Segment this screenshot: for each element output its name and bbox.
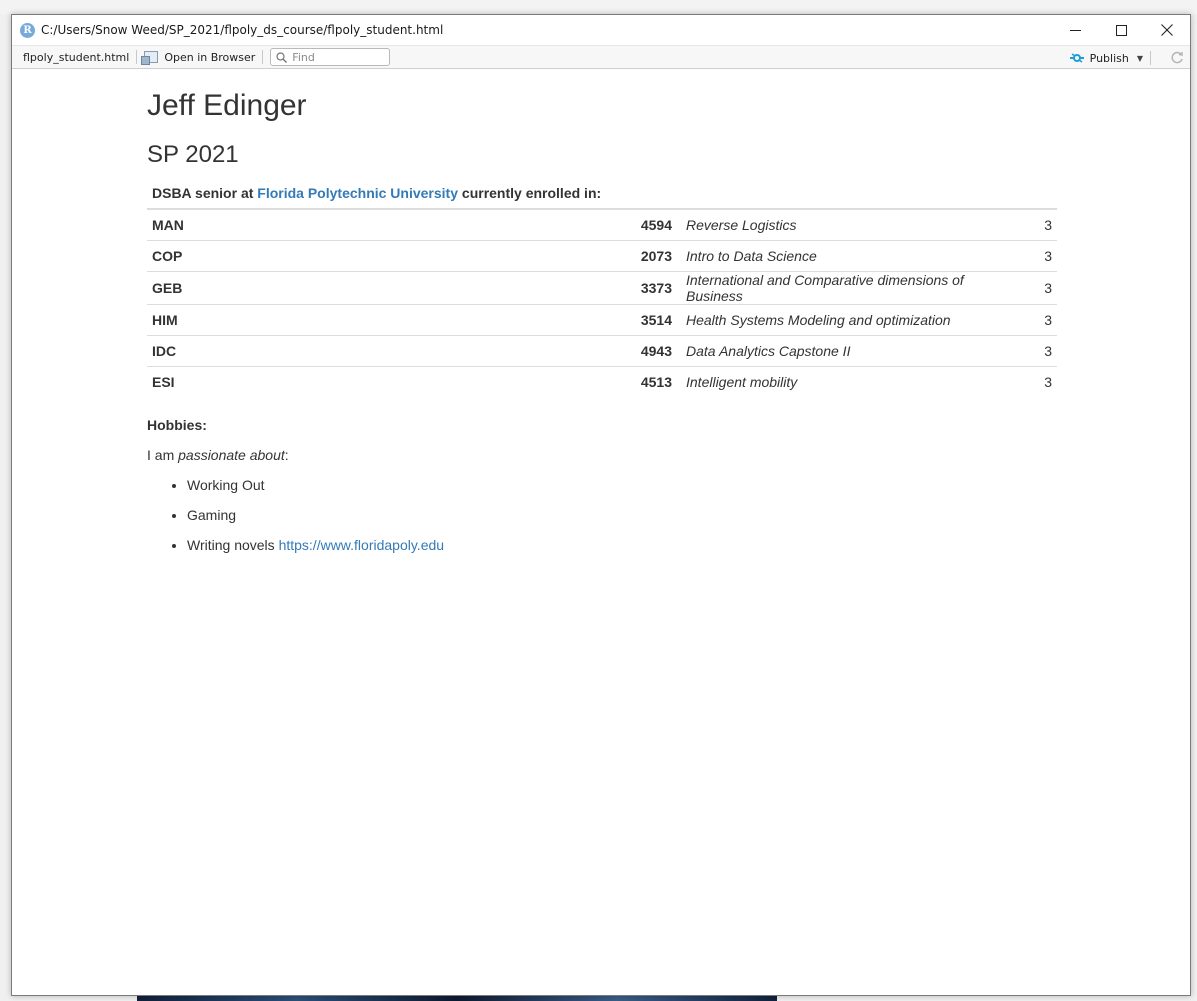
intro-text: DSBA senior at Florida Polytechnic Unive… bbox=[152, 185, 601, 201]
file-name-label: flpoly_student.html bbox=[23, 50, 130, 64]
title-bar[interactable]: R C:/Users/Snow Weed/SP_2021/flpoly_ds_c… bbox=[12, 15, 1190, 45]
table-row: IDC 4943 Data Analytics Capstone II 3 bbox=[147, 335, 1057, 366]
course-title: Data Analytics Capstone II bbox=[686, 342, 851, 359]
table-row: HIM 3514 Health Systems Modeling and optim… bbox=[147, 304, 1057, 335]
close-button[interactable] bbox=[1144, 15, 1190, 45]
course-number: 4513 bbox=[640, 373, 672, 390]
passion-suffix: : bbox=[284, 447, 289, 463]
viewer-window: R C:/Users/Snow Weed/SP_2021/flpoly_ds_c… bbox=[11, 14, 1191, 996]
hobby-list: Working Out Gaming Writing novels https://… bbox=[187, 477, 444, 567]
course-dept: ESI bbox=[152, 373, 175, 390]
course-dept: COP bbox=[152, 247, 183, 264]
course-dept: HIM bbox=[152, 311, 178, 328]
window-title: C:/Users/Snow Weed/SP_2021/flpoly_ds_cou… bbox=[41, 23, 444, 37]
course-number: 4943 bbox=[640, 342, 672, 359]
maximize-icon bbox=[1115, 24, 1127, 36]
publish-button[interactable]: Publish ▼ bbox=[1069, 51, 1143, 65]
chevron-down-icon[interactable]: ▼ bbox=[1137, 54, 1143, 63]
toolbar-divider bbox=[136, 50, 138, 64]
hobby-link[interactable]: https://www.floridapoly.edu bbox=[279, 537, 445, 553]
background-app-edge bbox=[0, 0, 1197, 14]
term-heading: SP 2021 bbox=[147, 141, 239, 168]
window-controls bbox=[1052, 15, 1190, 45]
toolbar-right: Publish ▼ bbox=[1069, 46, 1190, 70]
hobby-text: Working Out bbox=[187, 477, 265, 493]
page-title: Jeff Edinger bbox=[147, 89, 307, 122]
course-title: Reverse Logistics bbox=[686, 216, 797, 233]
find-input[interactable] bbox=[292, 50, 383, 64]
course-title: Health Systems Modeling and optimization bbox=[686, 311, 951, 328]
open-in-browser-button[interactable]: Open in Browser bbox=[141, 50, 256, 65]
course-dept: GEB bbox=[152, 279, 183, 296]
open-browser-icon bbox=[141, 51, 159, 65]
course-number: 3514 bbox=[640, 311, 672, 328]
course-dept: IDC bbox=[152, 342, 177, 359]
passion-emphasis: passionate about bbox=[178, 447, 285, 463]
table-row: COP 2073 Intro to Data Science 3 bbox=[147, 240, 1057, 271]
passion-prefix: I am bbox=[147, 447, 175, 463]
course-number: 3373 bbox=[640, 279, 672, 296]
hobby-text: Gaming bbox=[187, 507, 237, 523]
publish-icon bbox=[1069, 53, 1084, 63]
course-credits: 3 bbox=[1044, 216, 1052, 233]
course-title: International and Comparative dimensions… bbox=[686, 271, 964, 304]
minimize-icon bbox=[1069, 29, 1081, 31]
university-link[interactable]: Florida Polytechnic University bbox=[257, 185, 458, 201]
course-number: 4594 bbox=[640, 216, 672, 233]
table-row: ESI 4513 Intelligent mobility 3 bbox=[147, 366, 1057, 397]
hobby-text: Writing novels bbox=[187, 537, 275, 553]
passion-text: I am passionate about: bbox=[147, 447, 289, 463]
maximize-button[interactable] bbox=[1098, 15, 1144, 45]
courses-table: MAN 4594 Reverse Logistics 3 COP 2073 Intro to… bbox=[147, 208, 1057, 397]
course-credits: 3 bbox=[1044, 247, 1052, 264]
course-credits: 3 bbox=[1044, 373, 1052, 390]
table-row: MAN 4594 Reverse Logistics 3 bbox=[147, 209, 1057, 240]
course-dept: MAN bbox=[152, 216, 184, 233]
table-row: GEB 3373 International and Comparative dim… bbox=[147, 271, 1057, 304]
find-box bbox=[270, 48, 391, 66]
open-in-browser-label: Open in Browser bbox=[164, 50, 256, 64]
list-item: Writing novels https://www.floridapoly.e… bbox=[187, 537, 444, 567]
minimize-button[interactable] bbox=[1052, 15, 1098, 45]
intro-suffix: currently enrolled in: bbox=[461, 185, 602, 201]
course-credits: 3 bbox=[1044, 311, 1052, 328]
toolbar-divider bbox=[1150, 51, 1151, 65]
intro-prefix: DSBA senior at bbox=[152, 185, 254, 201]
viewer-toolbar: flpoly_student.html Open in Browser Publ… bbox=[12, 45, 1190, 69]
hobbies-heading: Hobbies: bbox=[147, 417, 207, 433]
course-title: Intro to Data Science bbox=[686, 247, 817, 264]
course-credits: 3 bbox=[1044, 279, 1052, 296]
course-credits: 3 bbox=[1044, 342, 1052, 359]
course-number: 2073 bbox=[640, 247, 672, 264]
close-icon bbox=[1161, 24, 1173, 36]
course-title: Intelligent mobility bbox=[686, 373, 798, 390]
list-item: Gaming bbox=[187, 507, 444, 537]
publish-label: Publish bbox=[1089, 51, 1129, 65]
list-item: Working Out bbox=[187, 477, 444, 507]
search-icon bbox=[276, 51, 288, 63]
toolbar-divider bbox=[262, 50, 264, 64]
r-app-icon: R bbox=[20, 22, 35, 38]
refresh-icon[interactable] bbox=[1170, 51, 1184, 65]
html-preview-pane[interactable]: Jeff Edinger SP 2021 DSBA senior at Flor… bbox=[12, 70, 1190, 995]
